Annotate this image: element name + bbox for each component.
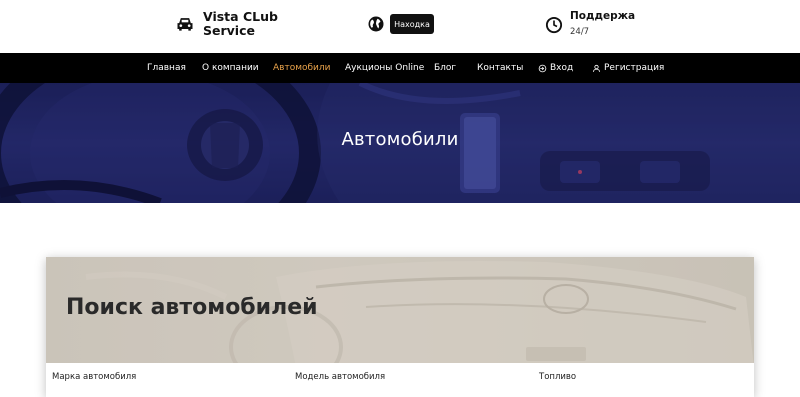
nav-item-cars[interactable]: Автомобили xyxy=(273,53,331,83)
nav-item-about[interactable]: О компании xyxy=(202,53,259,83)
user-icon xyxy=(593,64,600,72)
field-label-make: Марка автомобиля xyxy=(52,372,137,382)
support-title: Поддержа xyxy=(570,10,636,22)
brand-line-1: Vista CLub xyxy=(203,9,278,24)
main-nav: Главная О компании Автомобили Аукционы O… xyxy=(0,53,800,83)
search-title: Поиск автомобилей xyxy=(66,295,318,320)
nav-item-auctions[interactable]: Аукционы Online xyxy=(345,53,424,83)
car-search-panel: Поиск автомобилей Марка автомобиля Модел… xyxy=(46,257,754,397)
lost-found-button[interactable]: Находка xyxy=(390,14,434,34)
field-label-model: Модель автомобиля xyxy=(295,372,386,382)
register-label: Регистрация xyxy=(604,63,665,73)
globe-icon[interactable] xyxy=(367,15,385,33)
page-title: Автомобили xyxy=(341,129,459,150)
login-label: Вход xyxy=(550,63,574,73)
brand-name: Vista CLub Service xyxy=(203,10,283,38)
nav-item-register[interactable]: Регистрация xyxy=(592,53,664,83)
support-hours: 24/7 xyxy=(570,27,590,37)
login-icon xyxy=(538,64,547,72)
field-label-fuel: Топливо xyxy=(539,372,577,382)
brand-line-2: Service xyxy=(203,23,255,38)
nav-item-home[interactable]: Главная xyxy=(147,53,186,83)
search-form xyxy=(46,363,754,397)
brand-logo[interactable]: Vista CLub Service xyxy=(175,10,283,38)
nav-item-contacts[interactable]: Контакты xyxy=(477,53,523,83)
car-icon xyxy=(177,18,193,31)
nav-item-blog[interactable]: Блог xyxy=(434,53,456,83)
top-header: Vista CLub Service Находка Поддержа 24/7 xyxy=(0,0,800,53)
nav-item-login[interactable]: Вход xyxy=(538,53,573,83)
hero-banner: Автомобили xyxy=(0,83,800,203)
clock-icon xyxy=(545,16,563,34)
